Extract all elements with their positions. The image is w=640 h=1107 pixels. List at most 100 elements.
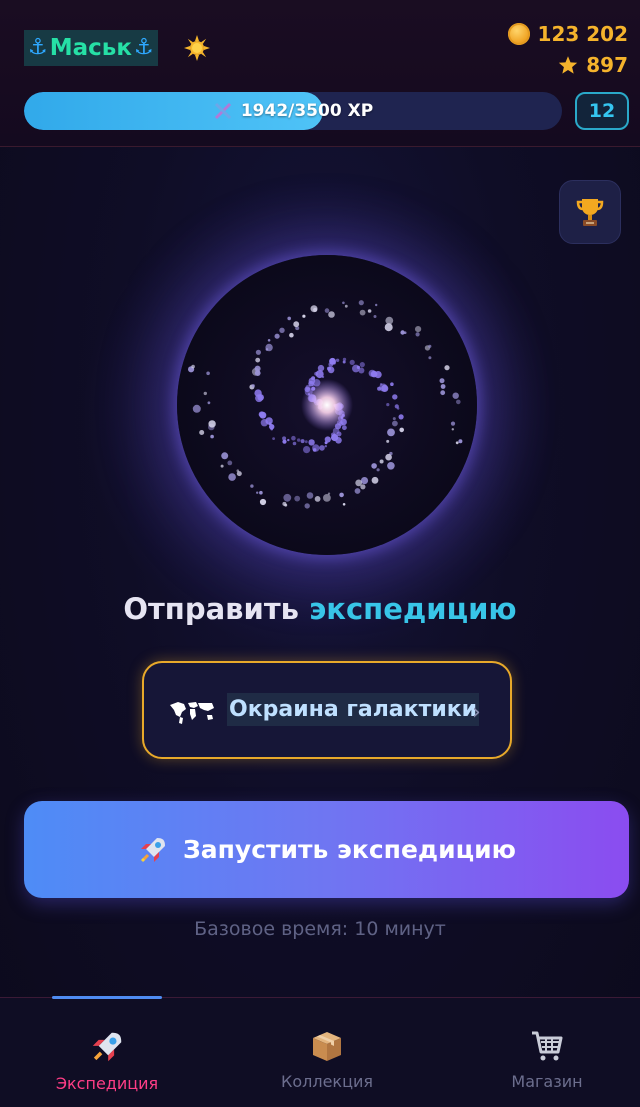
galaxy-star <box>250 484 254 488</box>
nav-label-expedition: Экспедиция <box>55 1074 159 1093</box>
username-text: Маськ <box>49 35 132 61</box>
destination-label[interactable]: Окраина галактики <box>227 693 480 726</box>
galaxy-star <box>220 464 224 468</box>
galaxy-star <box>256 491 259 494</box>
spiral-galaxy-image <box>188 300 463 509</box>
galaxy-star <box>254 370 261 376</box>
anchor-icon: ⚓ <box>133 35 154 60</box>
galaxy-star <box>312 448 317 452</box>
level-badge: 12 <box>575 92 629 130</box>
galaxy-star <box>355 479 363 487</box>
galaxy-star <box>358 367 365 374</box>
galaxy-star <box>415 326 422 333</box>
nav-item-expedition[interactable]: Экспедиция <box>22 1028 192 1093</box>
galaxy-star <box>292 441 297 446</box>
galaxy-star <box>317 364 325 372</box>
galaxy-star <box>303 446 311 454</box>
galaxy-star <box>394 404 399 409</box>
galaxy-star <box>339 492 344 498</box>
galaxy-star <box>289 332 294 338</box>
nav-item-collection[interactable]: Коллекция <box>242 1028 412 1091</box>
galaxy-star <box>342 425 347 431</box>
galaxy-star <box>385 453 392 461</box>
galaxy-star <box>367 309 372 313</box>
galaxy-star <box>331 432 336 437</box>
galaxy-star <box>267 339 271 342</box>
galaxy-star <box>279 327 285 333</box>
rocket-icon <box>140 837 166 862</box>
nav-item-shop[interactable]: Магазин <box>462 1028 632 1091</box>
galaxy-star <box>376 468 380 472</box>
page-title: Отправить экспедицию <box>0 592 640 626</box>
nav-active-indicator <box>52 996 162 999</box>
galaxy-star <box>191 364 195 369</box>
leaderboard-button[interactable] <box>559 180 621 244</box>
galaxy-star <box>287 438 290 442</box>
coins-value: 123 202 <box>537 22 628 46</box>
galaxy-star <box>199 430 205 435</box>
galaxy-star <box>342 357 347 362</box>
bottom-nav: Экспедиция Коллекция Магазин <box>0 996 640 1107</box>
galaxy-star <box>328 311 335 318</box>
galaxy-star <box>265 343 273 352</box>
galaxy-star <box>377 386 382 391</box>
galaxy-star <box>398 414 404 420</box>
rocket-icon <box>92 1032 122 1062</box>
galaxy-star <box>335 358 340 362</box>
galaxy-star <box>428 356 432 360</box>
galaxy-star <box>373 315 377 318</box>
dna-icon <box>214 102 231 120</box>
galaxy-star <box>228 473 236 481</box>
galaxy-star <box>371 476 379 484</box>
galaxy-star <box>327 366 335 374</box>
galaxy-star <box>375 303 378 307</box>
galaxy-star <box>255 357 261 363</box>
galaxy-star <box>451 428 454 431</box>
galaxy-star <box>359 362 365 368</box>
galaxy-star <box>384 323 393 332</box>
galaxy-star <box>302 314 306 318</box>
galaxy-star <box>381 384 389 392</box>
galaxy-star <box>319 445 325 451</box>
stars-counter: 897 <box>558 53 628 77</box>
galaxy-star <box>387 428 395 437</box>
galaxy-star <box>387 462 395 470</box>
galaxy-star <box>390 382 394 386</box>
galaxy-star <box>255 349 261 355</box>
galaxy-star <box>291 435 296 441</box>
galaxy-star <box>342 301 345 305</box>
world-map-icon <box>170 702 214 724</box>
galaxy-star <box>450 421 456 426</box>
galaxy-star <box>386 439 390 443</box>
launch-expedition-button[interactable]: Запустить экспедицию <box>24 801 629 898</box>
galaxy-star <box>274 333 280 339</box>
galaxy-star <box>306 492 314 499</box>
galaxy-star <box>192 404 201 413</box>
galaxy-star <box>371 463 377 469</box>
xp-progress-bar: 1942/3500 XP <box>24 92 562 130</box>
galaxy-star <box>342 503 346 506</box>
galaxy-star <box>392 420 398 427</box>
galaxy-star <box>358 300 364 306</box>
galaxy-star <box>359 309 366 316</box>
app-root: ⚓ Маськ ⚓ 123 202 897 1942/3500 XP 12 От… <box>0 0 640 1107</box>
username-badge[interactable]: ⚓ Маськ ⚓ <box>24 30 158 66</box>
galaxy-star <box>284 503 288 507</box>
galaxy-star <box>207 401 211 405</box>
star-icon <box>559 56 578 74</box>
galaxy-star <box>310 305 318 313</box>
galaxy-star <box>287 316 291 321</box>
galaxy-visual[interactable] <box>177 255 477 555</box>
galaxy-star <box>335 437 342 444</box>
chevron-right-icon: › <box>472 700 481 725</box>
xp-text: 1942/3500 XP <box>240 101 374 121</box>
galaxy-star <box>304 440 308 444</box>
galaxy-star <box>440 384 446 389</box>
galaxy-star <box>332 360 337 365</box>
galaxy-star <box>221 452 229 460</box>
galaxy-star <box>399 427 404 433</box>
galaxy-star <box>324 441 328 445</box>
galaxy-star <box>344 304 348 308</box>
nav-label-collection: Коллекция <box>280 1072 374 1091</box>
galaxy-star <box>283 493 292 502</box>
